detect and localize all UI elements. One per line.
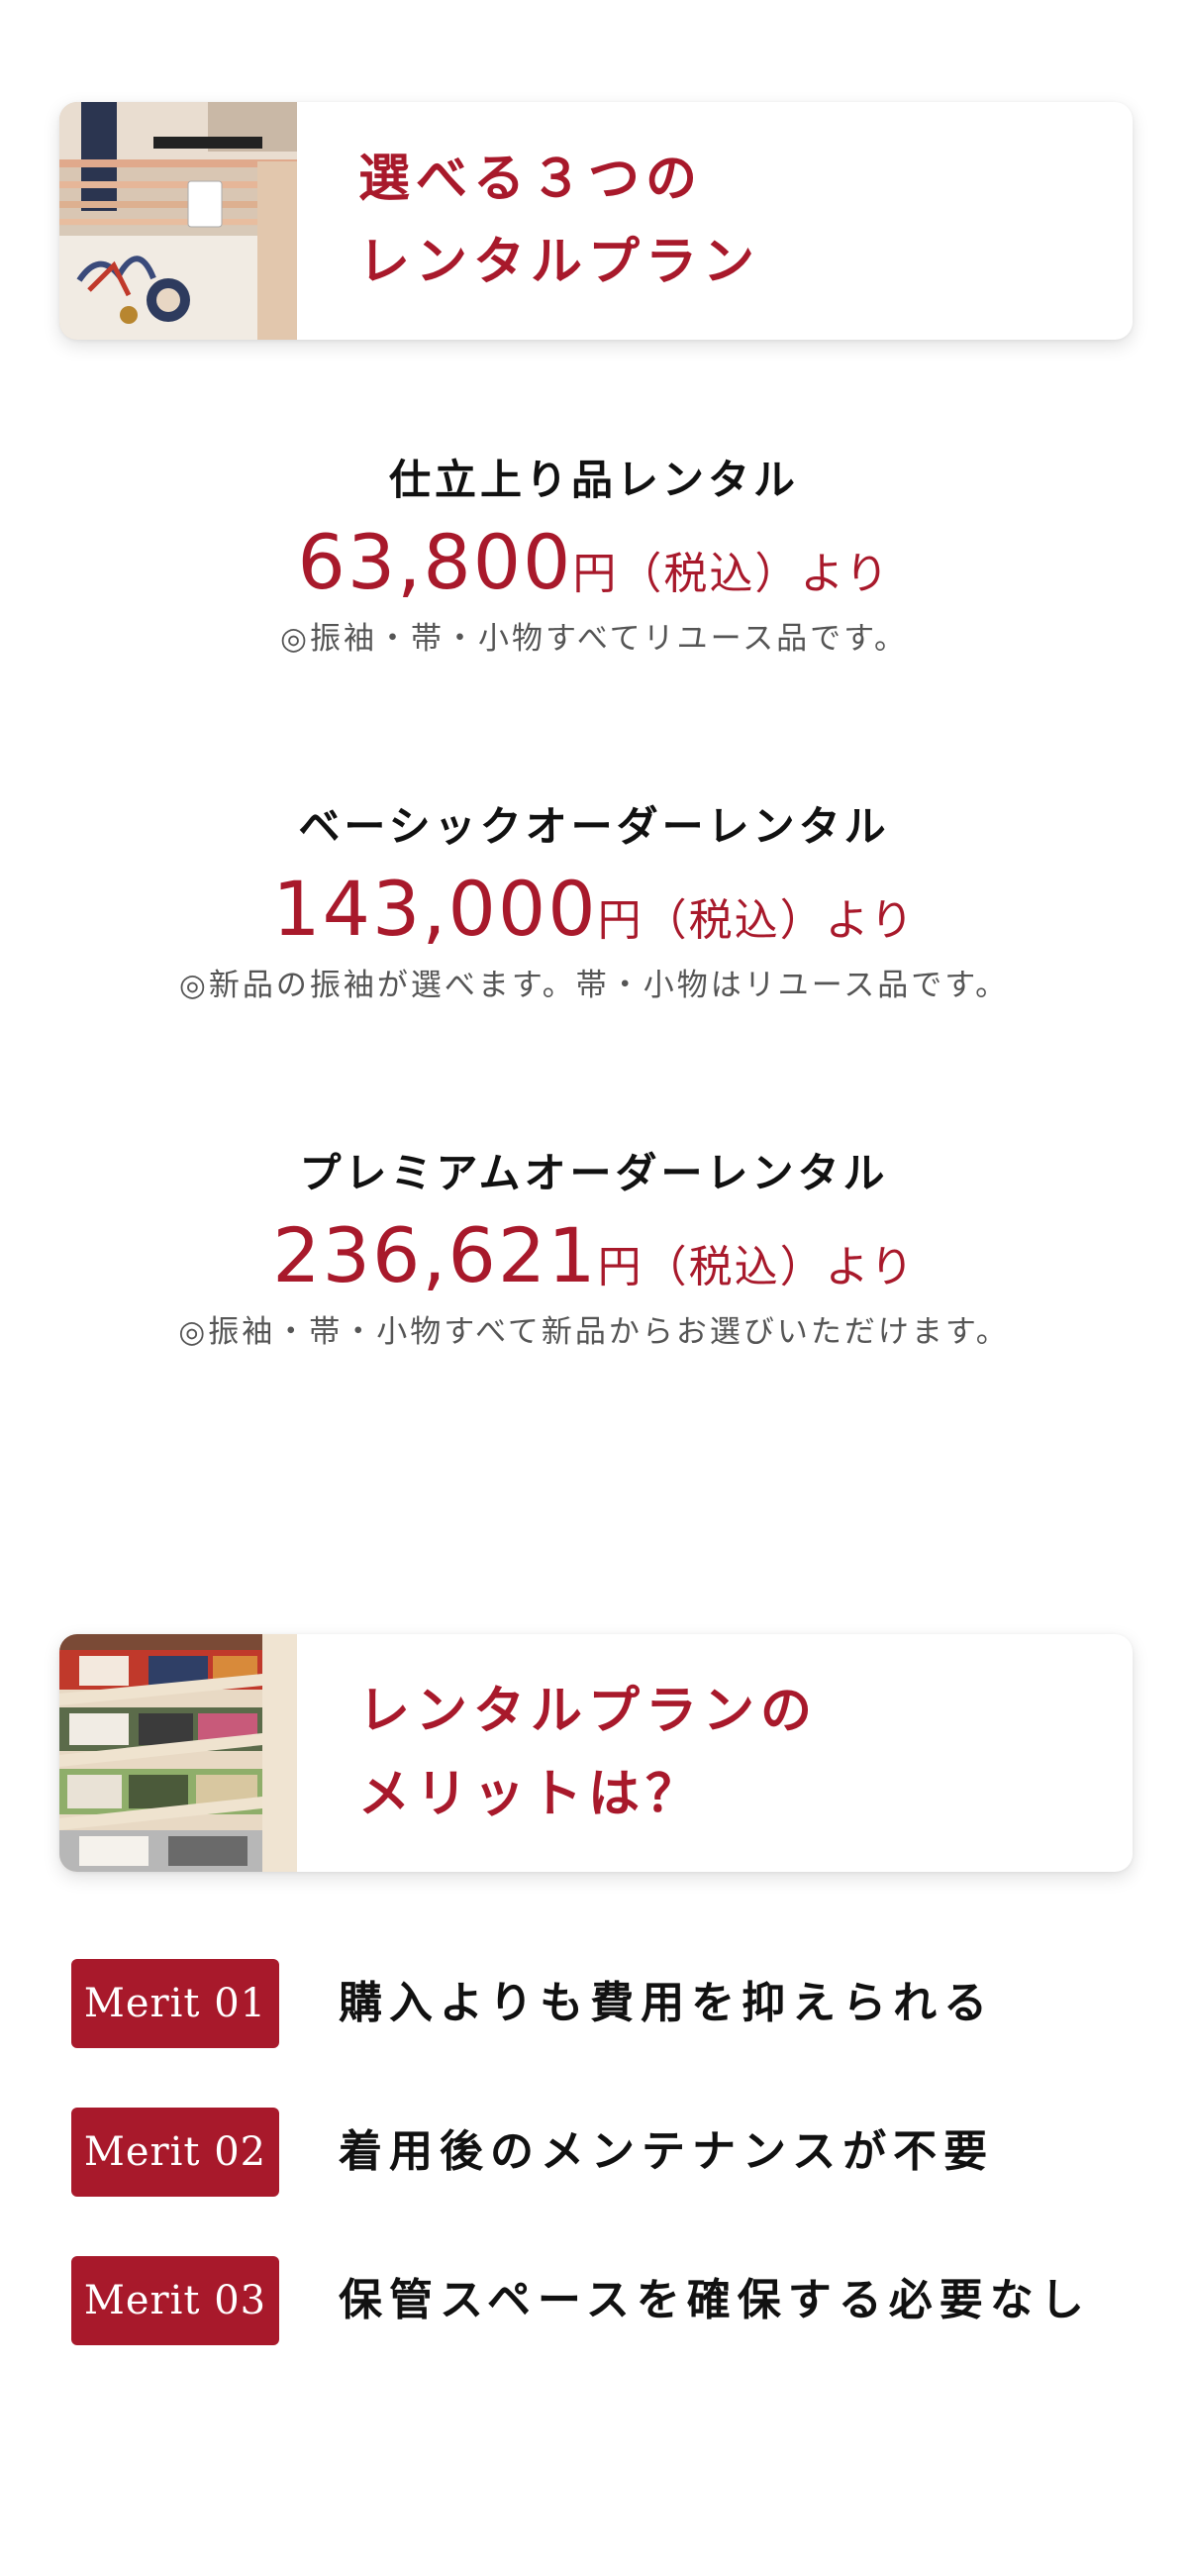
plan-note: ◎新品の振袖が選べます。帯・小物はリユース品です。 [178, 968, 1010, 1003]
merit-badge: Merit 01 [71, 1959, 279, 2048]
merits-section-header: レンタルプランの メリットは？ [59, 1634, 1133, 1872]
merits-section-title-line2: メリットは？ [358, 1765, 704, 1824]
plans-section-title-line2: レンタルプラン [358, 233, 761, 292]
plan-price-suffix: 円（税込）より [572, 549, 891, 599]
plan-price-suffix: 円（税込）より [597, 1242, 916, 1292]
kimono-rack-photo [59, 102, 297, 340]
plan-name: ベーシックオーダーレンタル [298, 802, 890, 851]
merit-item: Merit 03 保管スペースを確保する必要なし [71, 2256, 1160, 2345]
merits-section-title: レンタルプランの メリットは？ [358, 1670, 818, 1836]
merits-section-title-line1: レンタルプランの [358, 1682, 819, 1741]
plan-note: ◎振袖・帯・小物すべて新品からお選びいただけます。 [178, 1314, 1010, 1350]
merit-text: 着用後のメンテナンスが不要 [339, 2126, 995, 2177]
plans-section-title-line1: 選べる３つの [358, 150, 704, 209]
plan-block: ベーシックオーダーレンタル 143,000円（税込）より ◎新品の振袖が選べます… [0, 797, 1188, 1007]
plan-price-suffix: 円（税込）より [597, 895, 916, 946]
plan-block: プレミアムオーダーレンタル 236,621円（税込）より ◎振袖・帯・小物すべて… [0, 1144, 1188, 1354]
plan-name: プレミアムオーダーレンタル [299, 1149, 889, 1197]
merit-badge: Merit 02 [71, 2108, 279, 2197]
plan-name: 仕立上り品レンタル [388, 456, 799, 504]
merit-text: 購入よりも費用を抑えられる [339, 1978, 995, 2028]
merit-list: Merit 01 購入よりも費用を抑えられる Merit 02 着用後のメンテナ… [71, 1959, 1160, 2405]
plan-price-amount: 143,000 [272, 865, 598, 953]
plan-price: 143,000円（税込）より [0, 865, 1188, 954]
plan-price: 236,621円（税込）より [0, 1211, 1188, 1300]
plan-block: 仕立上り品レンタル 63,800円（税込）より ◎振袖・帯・小物すべてリユース品… [0, 451, 1188, 661]
plan-price-amount: 63,800 [297, 518, 573, 606]
plans-section-header: 選べる３つの レンタルプラン [59, 102, 1133, 340]
plans-section-title: 選べる３つの レンタルプラン [358, 138, 760, 304]
merit-item: Merit 02 着用後のメンテナンスが不要 [71, 2108, 1160, 2197]
merit-badge: Merit 03 [71, 2256, 279, 2345]
plan-price-amount: 236,621 [272, 1211, 598, 1299]
merit-text: 保管スペースを確保する必要なし [339, 2275, 1091, 2325]
folded-kimono-shelf-photo [59, 1634, 297, 1872]
plan-note: ◎振袖・帯・小物すべてリユース品です。 [280, 621, 908, 657]
plan-price: 63,800円（税込）より [0, 518, 1188, 607]
merit-item: Merit 01 購入よりも費用を抑えられる [71, 1959, 1160, 2048]
